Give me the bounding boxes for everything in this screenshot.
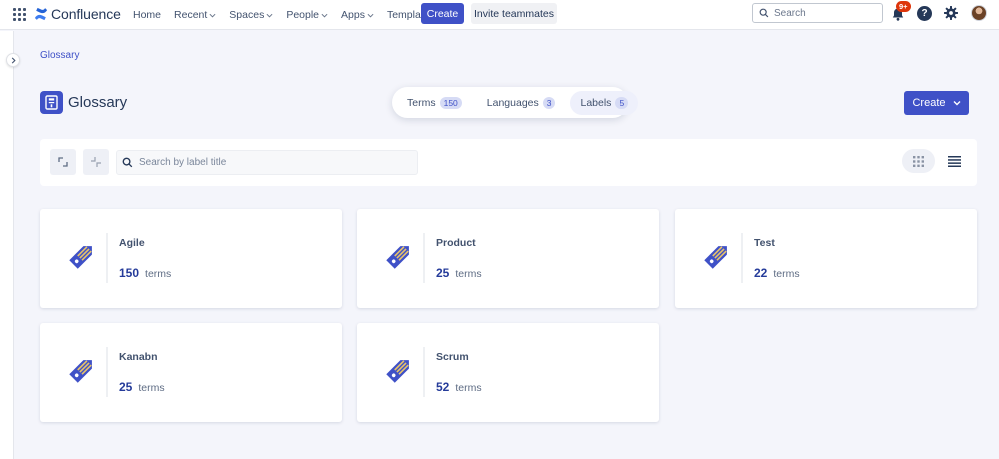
chevron-down-icon	[953, 101, 961, 106]
term-count-number: 150	[119, 266, 140, 280]
chevron-down-icon	[266, 13, 273, 18]
label-card[interactable]: Agile 150 terms	[40, 209, 342, 308]
glossary-tabs: Terms 150 Languages 3 Labels 5	[392, 87, 639, 118]
list-view-icon	[947, 155, 961, 167]
search-icon	[122, 157, 133, 168]
label-card[interactable]: Test 22 terms	[675, 209, 977, 308]
tab-languages[interactable]: Languages 3	[477, 91, 566, 115]
term-count: 52 terms	[436, 380, 482, 394]
grid-view-toggle[interactable]	[902, 149, 935, 173]
label-tag-icon	[69, 241, 97, 269]
nav-people[interactable]: People	[286, 9, 328, 21]
labels-toolbar	[40, 139, 977, 186]
confluence-logo-icon	[34, 7, 48, 21]
user-avatar[interactable]	[971, 5, 987, 21]
tab-terms-count: 150	[439, 96, 462, 109]
card-divider	[106, 233, 108, 283]
collapse-icon	[91, 157, 101, 167]
create-button[interactable]: Create	[421, 3, 464, 24]
label-search[interactable]	[116, 150, 418, 175]
page-title: Glossary	[68, 94, 128, 111]
nav-apps-label: Apps	[341, 9, 365, 21]
card-divider	[423, 233, 425, 283]
glossary-book-icon	[40, 91, 63, 114]
label-tag-icon	[386, 241, 414, 269]
create-label-button-text: Create	[912, 97, 946, 109]
collapse-all-button[interactable]	[83, 149, 109, 175]
global-search[interactable]	[752, 3, 883, 23]
expand-icon	[58, 157, 68, 167]
nav-apps[interactable]: Apps	[341, 9, 374, 21]
label-name: Test	[754, 237, 775, 249]
chevron-right-icon	[11, 56, 16, 64]
card-divider	[741, 233, 743, 283]
nav-home-label: Home	[133, 9, 162, 21]
nav-people-label: People	[286, 9, 320, 21]
term-count-number: 52	[436, 380, 450, 394]
global-search-input[interactable]	[774, 7, 874, 19]
tab-terms[interactable]: Terms 150	[397, 91, 472, 115]
nav-recent-label: Recent	[174, 9, 208, 21]
nav-spaces-label: Spaces	[229, 9, 265, 21]
term-count-number: 25	[119, 380, 133, 394]
chevron-down-icon	[367, 13, 374, 18]
tab-terms-label: Terms	[407, 96, 436, 109]
chevron-down-icon	[321, 13, 328, 18]
notification-badge: 9+	[896, 1, 911, 12]
help-icon[interactable]: ?	[917, 6, 932, 21]
label-name: Scrum	[436, 351, 469, 363]
tab-labels[interactable]: Labels 5	[570, 90, 639, 115]
app-switcher-icon[interactable]	[13, 8, 26, 21]
term-count-unit: terms	[455, 268, 482, 280]
label-name: Product	[436, 237, 476, 249]
label-card[interactable]: Kanabn 25 terms	[40, 323, 342, 422]
tab-labels-label: Labels	[580, 96, 612, 109]
create-label-button[interactable]: Create	[904, 91, 969, 115]
expand-all-button[interactable]	[50, 149, 76, 175]
term-count-unit: terms	[455, 382, 482, 394]
term-count-number: 22	[754, 266, 768, 280]
top-navigation: Confluence Home Recent Spaces People App…	[0, 0, 999, 30]
nav-spaces[interactable]: Spaces	[229, 9, 273, 21]
confluence-logo[interactable]: Confluence	[34, 6, 121, 22]
tab-labels-count: 5	[615, 96, 629, 109]
term-count-unit: terms	[773, 268, 800, 280]
chevron-down-icon	[209, 13, 216, 18]
term-count: 25 terms	[119, 380, 165, 394]
list-view-toggle[interactable]	[942, 149, 966, 173]
tab-languages-label: Languages	[486, 96, 539, 109]
invite-teammates-button[interactable]: Invite teammates	[471, 3, 557, 24]
term-count-unit: terms	[145, 268, 172, 280]
term-count-number: 25	[436, 266, 450, 280]
label-tag-icon	[69, 355, 97, 383]
term-count: 22 terms	[754, 266, 800, 280]
brand-name: Confluence	[51, 6, 121, 22]
sidebar-expand-button[interactable]	[6, 53, 20, 67]
search-icon	[759, 8, 769, 18]
sidebar-rail	[0, 31, 14, 459]
label-name: Kanabn	[119, 351, 158, 363]
breadcrumb[interactable]: Glossary	[40, 50, 79, 61]
term-count: 150 terms	[119, 266, 171, 280]
label-tag-icon	[386, 355, 414, 383]
card-divider	[423, 347, 425, 397]
nav-home[interactable]: Home	[133, 9, 161, 21]
gear-icon[interactable]	[943, 5, 959, 21]
nav-recent[interactable]: Recent	[174, 9, 216, 21]
card-divider	[106, 347, 108, 397]
tab-languages-count: 3	[542, 96, 556, 109]
label-card[interactable]: Scrum 52 terms	[357, 323, 659, 422]
term-count-unit: terms	[138, 382, 165, 394]
label-card[interactable]: Product 25 terms	[357, 209, 659, 308]
primary-nav: Home Recent Spaces People Apps Templates	[133, 0, 435, 30]
label-search-input[interactable]	[139, 157, 399, 168]
label-name: Agile	[119, 237, 145, 249]
term-count: 25 terms	[436, 266, 482, 280]
label-tag-icon	[704, 241, 732, 269]
grid-view-icon	[913, 155, 924, 167]
